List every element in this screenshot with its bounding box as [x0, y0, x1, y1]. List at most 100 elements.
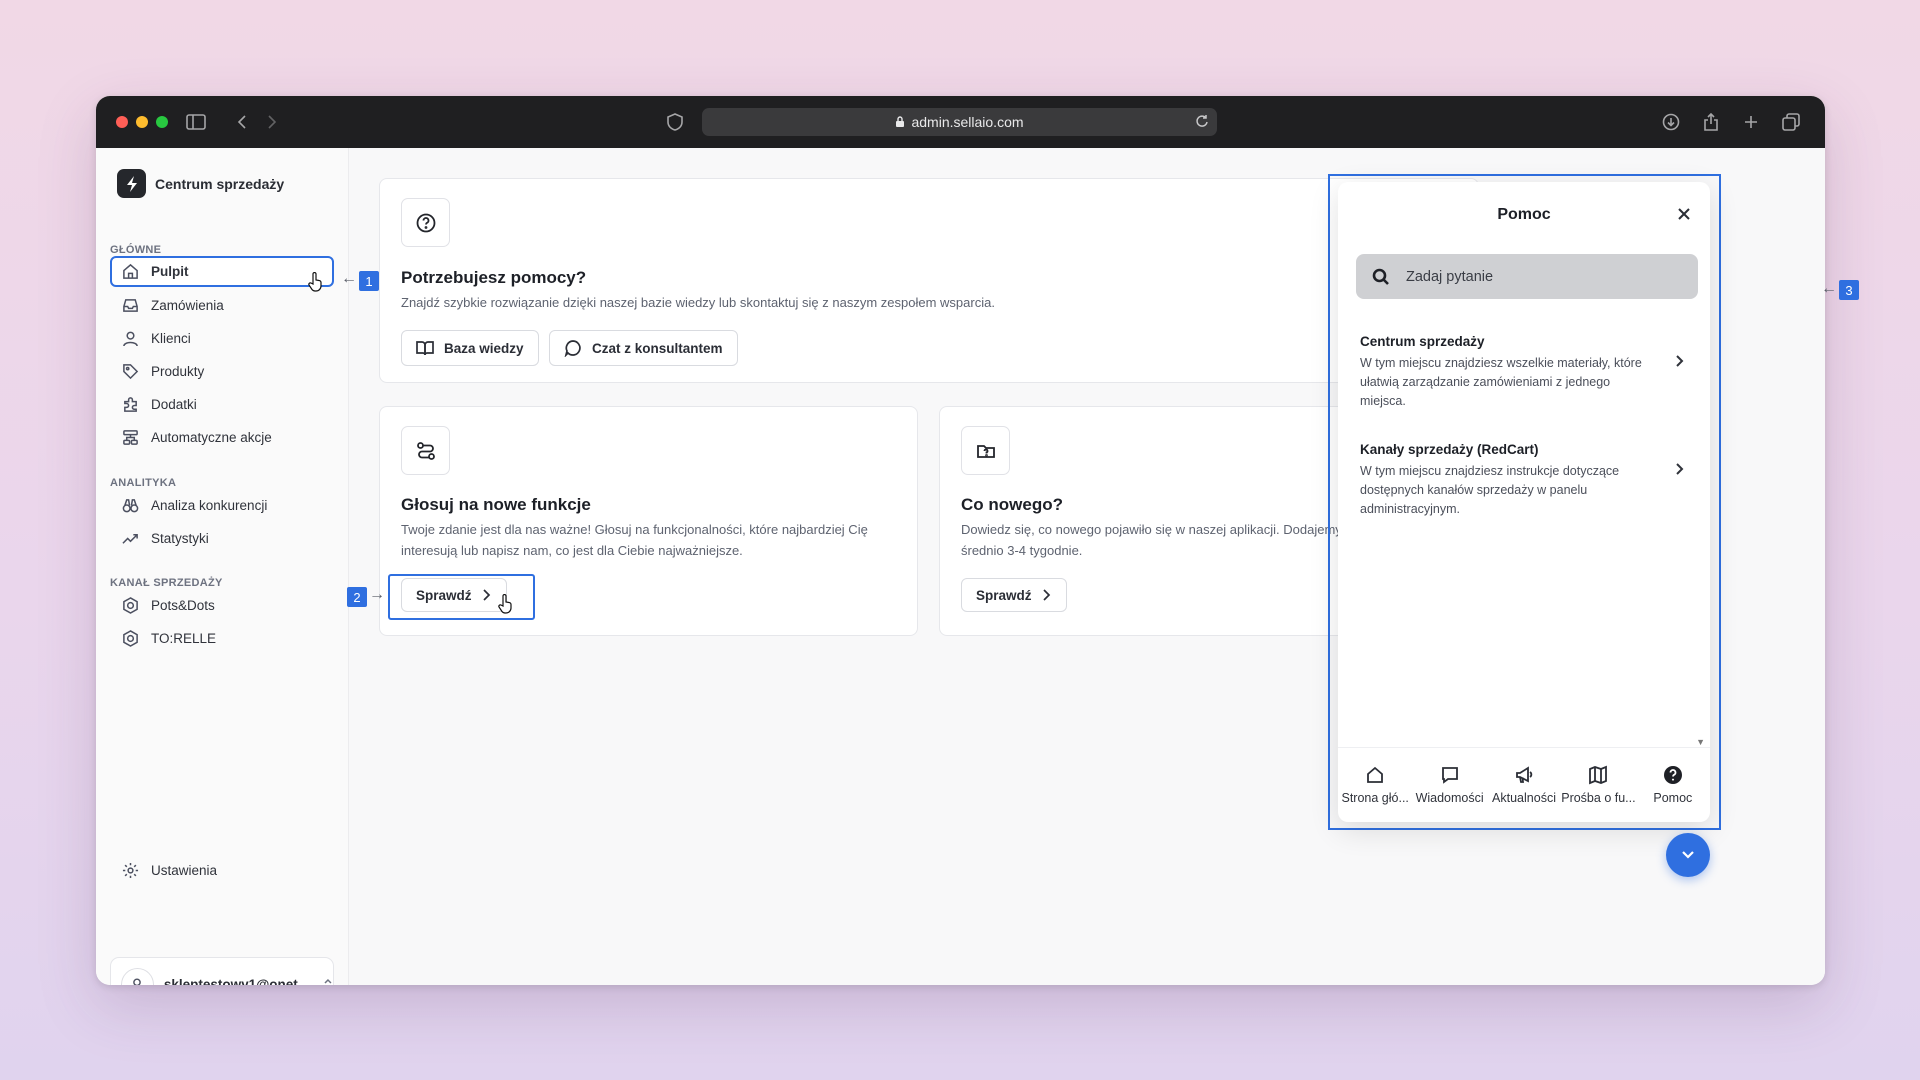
help-launcher-button[interactable] — [1666, 833, 1710, 877]
download-icon[interactable] — [1659, 110, 1683, 134]
chevron-right-icon — [1042, 589, 1050, 601]
reload-icon[interactable] — [1195, 114, 1209, 128]
section-label-main: GŁÓWNE — [110, 244, 162, 256]
chevron-right-icon — [1675, 462, 1685, 481]
brand[interactable]: Centrum sprzedaży — [117, 169, 284, 198]
news-check-button[interactable]: Sprawdź — [961, 578, 1067, 612]
tab-label: Prośba o fu... — [1561, 791, 1636, 805]
vote-card-title: Głosuj na nowe funkcje — [401, 495, 591, 514]
browser-titlebar: admin.sellaio.com — [96, 96, 1825, 148]
sidebar-item-analiza-konkurencji[interactable]: Analiza konkurencji — [110, 490, 334, 521]
vote-card-description: Twoje zdanie jest dla nas ważne! Głosuj … — [401, 522, 868, 558]
account-email: skleptestowy1@onet... — [163, 977, 310, 985]
sidebar-item-statystyki[interactable]: Statystyki — [110, 523, 334, 554]
tabs-overview-icon[interactable] — [1779, 110, 1803, 134]
annotation-marker-2: 2 — [347, 587, 367, 607]
help-close-button[interactable] — [1674, 204, 1694, 224]
automation-icon — [123, 430, 138, 445]
privacy-shield-icon[interactable] — [663, 110, 687, 134]
help-widget-tabbar: Strona głó... Wiadomości Aktualności Pro… — [1338, 747, 1710, 822]
knowledge-base-button[interactable]: Baza wiedzy — [401, 330, 539, 366]
share-icon[interactable] — [1699, 110, 1723, 134]
hexagon-icon — [123, 630, 138, 647]
help-card-icon-box — [401, 198, 450, 247]
brand-name: Centrum sprzedaży — [155, 175, 285, 192]
knowledge-base-label: Baza wiedzy — [444, 340, 524, 356]
sidebar-item-torelle[interactable]: TO:RELLE — [110, 623, 334, 654]
help-widget-title: Pomoc — [1497, 206, 1551, 223]
news-card-icon-box — [961, 426, 1010, 475]
help-article-description: W tym miejscu znajdziesz instrukcje doty… — [1360, 464, 1620, 516]
sidebar-toggle-icon[interactable] — [184, 110, 208, 134]
help-card: Potrzebujesz pomocy? Znajdź szybkie rozw… — [379, 178, 1479, 383]
chat-icon — [564, 340, 581, 357]
avatar — [121, 968, 154, 985]
sidebar-item-pots-dots[interactable]: Pots&Dots — [110, 590, 334, 621]
account-switcher[interactable]: skleptestowy1@onet... — [110, 957, 334, 985]
forward-icon[interactable] — [260, 110, 284, 134]
lock-icon — [896, 116, 905, 127]
chevron-right-icon — [1675, 354, 1685, 373]
scroll-down-indicator-icon[interactable]: ▼ — [1696, 737, 1705, 747]
sidebar-item-label: TO:RELLE — [151, 631, 217, 646]
tab-feature-request[interactable]: Prośba o fu... — [1561, 748, 1636, 822]
sidebar-item-zamowienia[interactable]: Zamówienia — [110, 290, 334, 321]
help-article-title: Centrum sprzedaży — [1360, 334, 1485, 349]
search-icon — [1372, 268, 1389, 285]
sidebar-item-pulpit[interactable]: Pulpit — [110, 256, 334, 287]
tab-label: Strona głó... — [1341, 791, 1409, 805]
help-article-description: W tym miejscu znajdziesz wszelkie materi… — [1360, 356, 1642, 408]
hand-cursor-icon — [308, 272, 322, 292]
tab-home[interactable]: Strona głó... — [1338, 748, 1412, 822]
url-text: admin.sellaio.com — [911, 114, 1024, 130]
sidebar-item-ustawienia[interactable]: Ustawienia — [110, 855, 334, 886]
user-icon — [133, 978, 142, 985]
sidebar-item-label: Ustawienia — [151, 863, 218, 878]
tab-label: Wiadomości — [1415, 791, 1484, 805]
help-card-description: Znajdź szybkie rozwiązanie dzięki naszej… — [401, 295, 995, 310]
hexagon-icon — [123, 597, 138, 614]
user-icon — [123, 331, 138, 347]
message-icon — [1441, 767, 1458, 784]
close-icon — [1678, 208, 1690, 220]
address-bar[interactable]: admin.sellaio.com — [702, 108, 1217, 136]
back-icon[interactable] — [230, 110, 254, 134]
minimize-window-button[interactable] — [136, 116, 148, 128]
binoculars-icon — [122, 499, 139, 513]
book-icon — [416, 341, 434, 356]
chevron-updown-icon — [324, 978, 332, 984]
help-article-item[interactable]: Centrum sprzedaży W tym miejscu znajdzie… — [1360, 334, 1685, 411]
sidebar-item-label: Statystyki — [151, 531, 209, 546]
puzzle-icon — [124, 397, 137, 412]
home-icon — [1367, 766, 1384, 783]
sidebar-item-dodatki[interactable]: Dodatki — [110, 389, 334, 420]
chevron-down-icon — [1682, 851, 1694, 859]
help-search-placeholder: Zadaj pytanie — [1406, 268, 1494, 285]
sidebar-item-produkty[interactable]: Produkty — [110, 356, 334, 387]
tab-news[interactable]: Aktualności — [1487, 748, 1561, 822]
help-article-title: Kanały sprzedaży (RedCart) — [1360, 442, 1539, 457]
help-article-item[interactable]: Kanały sprzedaży (RedCart) W tym miejscu… — [1360, 442, 1685, 519]
route-icon — [416, 441, 435, 460]
new-tab-icon[interactable] — [1739, 110, 1763, 134]
sidebar-item-label: Zamówienia — [151, 298, 224, 313]
news-check-label: Sprawdź — [976, 587, 1032, 603]
home-icon — [123, 263, 138, 279]
maximize-window-button[interactable] — [156, 116, 168, 128]
map-icon — [1589, 765, 1608, 785]
close-window-button[interactable] — [116, 116, 128, 128]
help-icon — [1663, 766, 1682, 784]
tab-help[interactable]: Pomoc — [1636, 748, 1710, 822]
tab-messages[interactable]: Wiadomości — [1412, 748, 1486, 822]
sidebar-item-label: Automatyczne akcje — [151, 430, 272, 445]
gear-icon — [122, 862, 139, 879]
chat-consultant-button[interactable]: Czat z konsultantem — [549, 330, 738, 366]
sidebar-item-automatyczne-akcje[interactable]: Automatyczne akcje — [110, 422, 334, 453]
hand-cursor-icon — [498, 594, 512, 614]
annotation-arrow-3: ← — [1821, 280, 1837, 297]
news-card-title: Co nowego? — [961, 495, 1063, 514]
annotation-arrow-2: → — [369, 586, 385, 603]
help-search-input[interactable]: Zadaj pytanie — [1356, 254, 1698, 299]
sidebar-item-klienci[interactable]: Klienci — [110, 323, 334, 354]
brand-logo-icon — [117, 169, 146, 198]
